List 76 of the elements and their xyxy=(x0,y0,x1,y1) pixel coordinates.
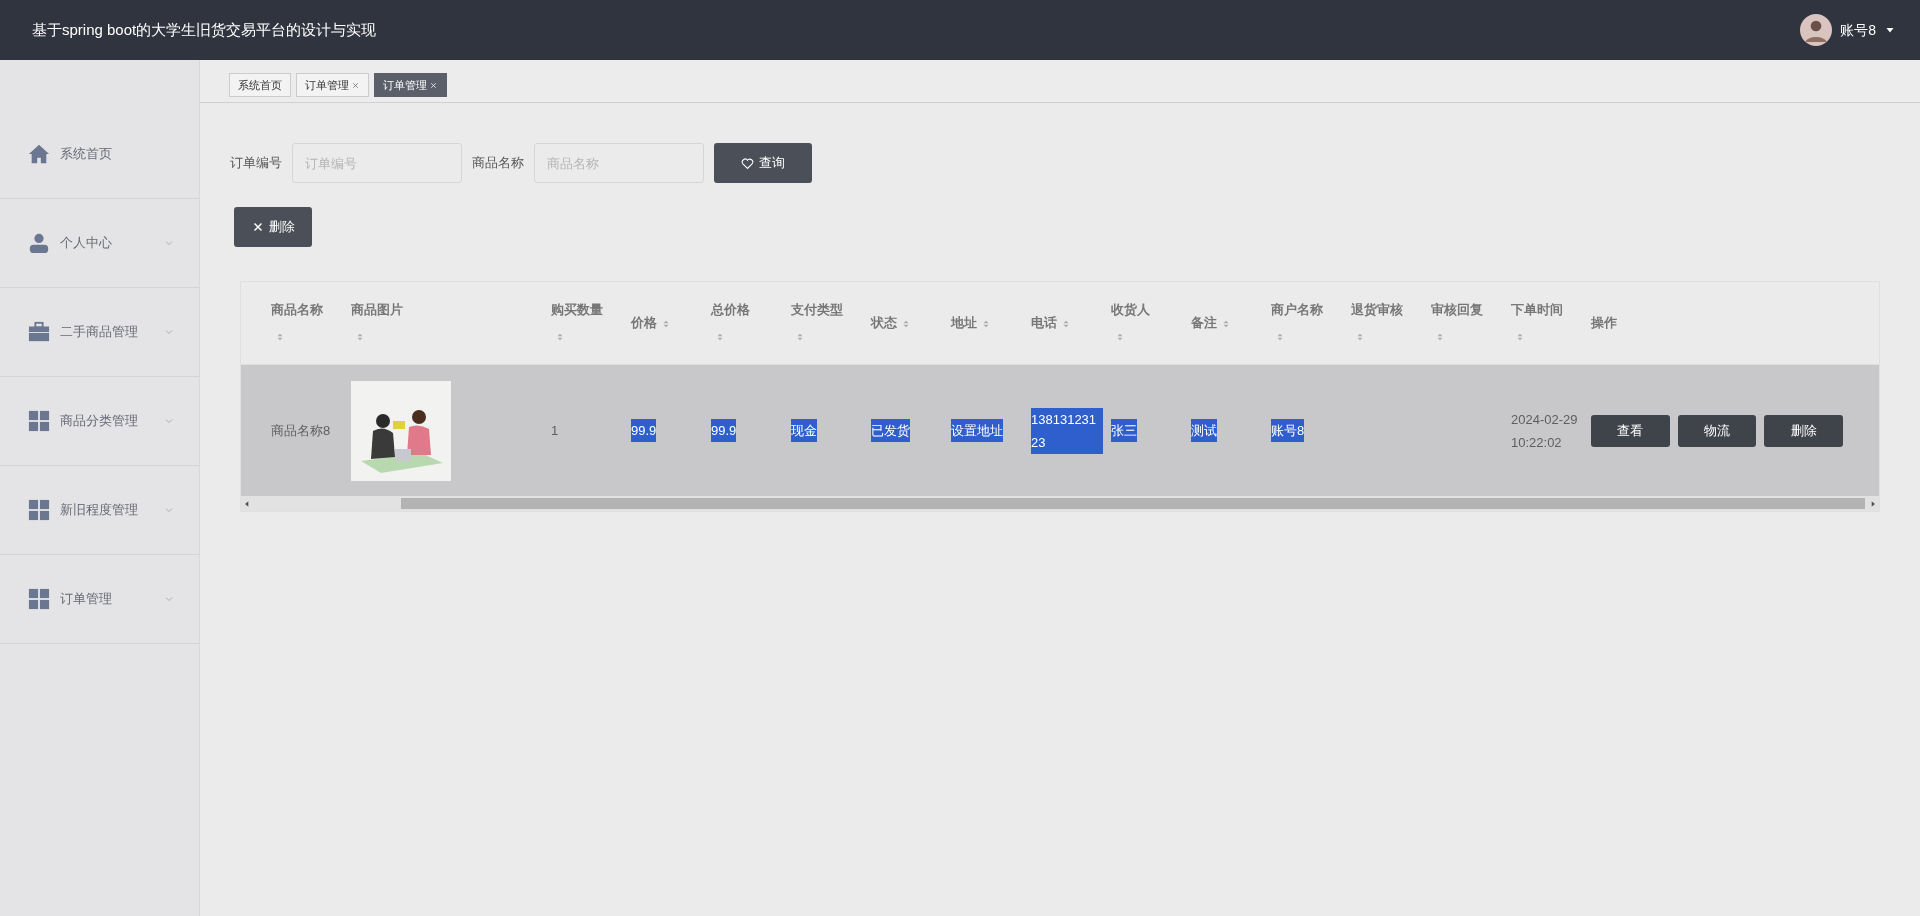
table-cell: 99.9 xyxy=(711,419,737,442)
sort-icon xyxy=(795,331,805,342)
action-button[interactable]: 删除 xyxy=(1764,414,1843,447)
column-header[interactable]: 商户名称 xyxy=(1271,302,1323,317)
sort-icon xyxy=(275,331,285,342)
delete-button[interactable]: 删除 xyxy=(234,207,312,247)
table-cell-text: 1 xyxy=(551,422,559,440)
sort-icon xyxy=(1115,331,1125,342)
sort-icon xyxy=(555,331,565,342)
scrollbar-thumb[interactable] xyxy=(401,498,1865,509)
sidebar-item[interactable]: 商品分类管理 xyxy=(0,377,199,466)
table-cell-text: 2024-02-29 10:22:02 xyxy=(1511,410,1579,452)
sort-icon xyxy=(715,331,725,342)
column-header[interactable]: 审核回复 xyxy=(1431,302,1483,317)
table-cell: 13813123123 xyxy=(1031,407,1103,454)
search-button[interactable]: 查询 xyxy=(714,143,812,183)
sort-icon xyxy=(1061,318,1071,329)
column-header[interactable]: 总价格 xyxy=(711,302,750,317)
sort-icon xyxy=(1355,331,1365,342)
filter-label: 订单编号 xyxy=(230,154,282,173)
sort-icon xyxy=(1275,331,1285,342)
column-header[interactable]: 退货审核 xyxy=(1351,302,1403,317)
person-icon xyxy=(28,232,50,254)
column-header[interactable]: 商品名称 xyxy=(271,302,323,317)
horizontal-scrollbar[interactable] xyxy=(241,496,1879,511)
tab[interactable]: 系统首页 xyxy=(229,73,291,97)
briefcase-icon xyxy=(28,321,50,343)
grid-icon xyxy=(28,499,50,521)
heart-icon xyxy=(741,156,754,170)
username[interactable]: 账号8 xyxy=(1840,19,1876,41)
action-button[interactable]: 查看 xyxy=(1591,414,1670,447)
sidebar-item[interactable]: 二手商品管理 xyxy=(0,288,199,377)
table-cell: 99.9 xyxy=(631,419,657,442)
home-icon xyxy=(28,143,50,165)
table-cell: 测试 xyxy=(1191,419,1217,442)
column-header: 操作 xyxy=(1591,315,1617,330)
sidebar-item[interactable]: 订单管理 xyxy=(0,555,199,644)
sort-icon xyxy=(1515,331,1525,342)
close-icon xyxy=(429,80,438,90)
column-header[interactable]: 商品图片 xyxy=(351,302,403,317)
sort-icon xyxy=(901,318,911,329)
arrow-right-icon xyxy=(1869,499,1877,508)
column-header[interactable]: 价格 xyxy=(631,315,657,330)
arrow-left-icon xyxy=(243,499,251,508)
table-cell: 已发货 xyxy=(871,419,910,442)
column-header[interactable]: 状态 xyxy=(871,315,897,330)
app-title: 基于spring boot的大学生旧货交易平台的设计与实现 xyxy=(32,19,377,40)
column-header[interactable]: 备注 xyxy=(1191,315,1217,330)
column-header[interactable]: 电话 xyxy=(1031,315,1057,330)
sidebar-item[interactable]: 新旧程度管理 xyxy=(0,466,199,555)
sort-icon xyxy=(355,331,365,342)
avatar-icon xyxy=(1800,14,1833,46)
sidebar-item[interactable]: 系统首页 xyxy=(0,110,199,199)
tab[interactable]: 订单管理 xyxy=(374,73,447,97)
column-header[interactable]: 收货人 xyxy=(1111,302,1150,317)
sort-icon xyxy=(981,318,991,329)
table-cell: 现金 xyxy=(791,419,817,442)
action-button[interactable]: 物流 xyxy=(1677,414,1757,447)
table-cell: 张三 xyxy=(1111,419,1137,442)
close-icon xyxy=(251,221,264,233)
column-header[interactable]: 购买数量 xyxy=(551,302,603,317)
sidebar-item[interactable]: 个人中心 xyxy=(0,199,199,288)
sort-icon xyxy=(1221,318,1231,329)
column-header[interactable]: 下单时间 xyxy=(1511,302,1563,317)
table-cell: 账号8 xyxy=(1271,419,1305,442)
grid-icon xyxy=(28,410,50,432)
tab[interactable]: 订单管理 xyxy=(296,73,369,97)
table-cell: 设置地址 xyxy=(951,419,1003,442)
sort-icon xyxy=(1435,331,1445,342)
close-icon xyxy=(351,80,360,90)
table-cell-text: 商品名称8 xyxy=(271,422,331,440)
grid-icon xyxy=(28,588,50,610)
filter-label: 商品名称 xyxy=(472,154,524,173)
column-header[interactable]: 地址 xyxy=(951,315,977,330)
sort-icon xyxy=(661,318,671,329)
column-header[interactable]: 支付类型 xyxy=(791,302,843,317)
